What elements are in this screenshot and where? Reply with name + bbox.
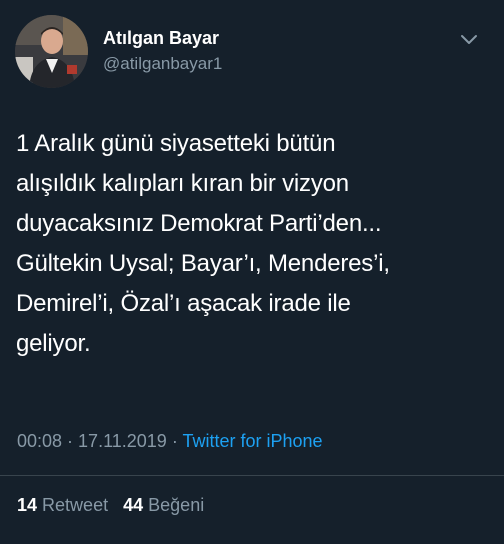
likes-count: 44	[123, 495, 144, 515]
author-handle[interactable]: @atilganbayar1	[103, 54, 222, 74]
tweet-source-link[interactable]: Twitter for iPhone	[182, 431, 322, 451]
tweet-text-line: Gültekin Uysal; Bayar’ı, Menderes’i,	[16, 250, 390, 277]
divider	[0, 475, 504, 476]
tweet-text-line: geliyor.	[16, 330, 91, 357]
tweet-text-line: 1 Aralık günü siyasetteki bütün	[16, 130, 336, 157]
meta-separator: ·	[62, 431, 79, 451]
tweet-stats: 14 Retweet 44 Beğeni	[17, 495, 204, 516]
likes-label: Beğeni	[148, 495, 205, 515]
tweet-text-line: alışıldık kalıpları kıran bir vizyon	[16, 170, 349, 197]
likes-stat[interactable]: 44 Beğeni	[123, 495, 204, 515]
tweet-text-line: Demirel’i, Özal’ı aşacak irade ile	[16, 290, 351, 317]
chevron-down-icon[interactable]	[458, 32, 480, 48]
tweet-date[interactable]: 17.11.2019	[78, 431, 167, 451]
tweet-text-line: duyacaksınız Demokrat Parti’den...	[16, 210, 382, 237]
tweet-card: Atılgan Bayar @atilganbayar1 1 Aralık gü…	[0, 0, 504, 544]
tweet-text: 1 Aralık günü siyasetteki bütün alışıldı…	[16, 124, 494, 364]
retweets-label: Retweet	[42, 495, 109, 515]
tweet-meta: 00:08 · 17.11.2019 · Twitter for iPhone	[17, 431, 323, 452]
retweets-count: 14	[17, 495, 38, 515]
retweets-stat[interactable]: 14 Retweet	[17, 495, 108, 515]
avatar[interactable]	[15, 15, 88, 88]
author-name[interactable]: Atılgan Bayar	[103, 28, 219, 49]
meta-separator: ·	[166, 431, 183, 451]
tweet-time[interactable]: 00:08	[17, 431, 62, 451]
profile-photo	[15, 15, 88, 88]
